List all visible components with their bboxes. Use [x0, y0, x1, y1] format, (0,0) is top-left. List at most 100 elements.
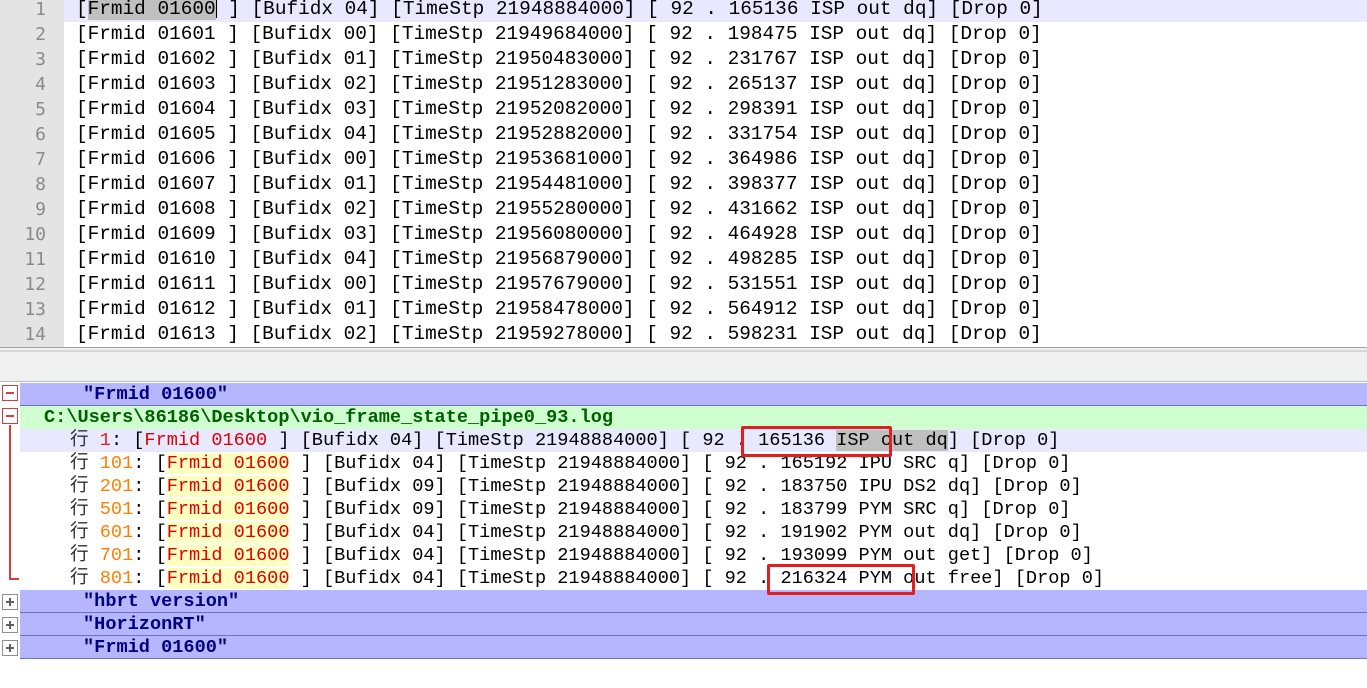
line-label: 行: [70, 499, 100, 520]
event-text: PYM out get: [858, 545, 982, 566]
line-text: [Frmid 01605 ] [Bufidx 04] [TimeStp 2195…: [76, 123, 1042, 145]
editor-line[interactable]: 8 [Frmid 01607 ] [Bufidx 01] [TimeStp 219…: [0, 172, 1367, 197]
line-number: 9: [35, 199, 46, 220]
frame-id: Frmid 01607: [87, 173, 216, 195]
editor-pane[interactable]: 1 [Frmid 01600 ] [Bufidx 04] [TimeStp 219…: [0, 0, 1367, 347]
line-number-gutter[interactable]: 9: [0, 197, 64, 222]
search-hit-line[interactable]: 行 101: [Frmid 01600 ] [Bufidx 04] [TimeS…: [20, 452, 1367, 475]
collapse-search-1-icon[interactable]: [2, 385, 18, 401]
editor-line[interactable]: 11 [Frmid 01610 ] [Bufidx 04] [TimeStp 21…: [0, 247, 1367, 272]
line-number-gutter[interactable]: 6: [0, 122, 64, 147]
hit-text: 行 501: [Frmid 01600 ] [Bufidx 09] [TimeS…: [70, 499, 1071, 520]
hit-text: 行 201: [Frmid 01600 ] [Bufidx 09] [TimeS…: [70, 476, 1082, 497]
search-term: "HorizonRT": [83, 614, 206, 635]
frame-id: Frmid 01602: [87, 48, 216, 70]
expand-search-3-icon[interactable]: [2, 617, 18, 633]
line-number-gutter[interactable]: 7: [0, 147, 64, 172]
frame-id: Frmid 01606: [87, 148, 216, 170]
match-text: Frmid 01600: [166, 453, 290, 474]
search-hit-line[interactable]: 行 201: [Frmid 01600 ] [Bufidx 09] [TimeS…: [20, 475, 1367, 498]
search-header-2[interactable]: "hbrt version": [20, 590, 1367, 613]
hit-line-number: 601: [99, 522, 134, 543]
frame-id: Frmid 01613: [87, 323, 216, 345]
splitter-grip: [0, 350, 1367, 352]
line-number: 3: [35, 49, 46, 70]
editor-line[interactable]: 5 [Frmid 01604 ] [Bufidx 03] [TimeStp 219…: [0, 97, 1367, 122]
line-text: [Frmid 01606 ] [Bufidx 00] [TimeStp 2195…: [76, 148, 1042, 170]
line-number: 2: [35, 24, 46, 45]
line-number-gutter[interactable]: 14: [0, 322, 64, 347]
line-number-gutter[interactable]: 8: [0, 172, 64, 197]
line-number-gutter[interactable]: 13: [0, 297, 64, 322]
hit-text: 行 701: [Frmid 01600 ] [Bufidx 04] [TimeS…: [70, 545, 1093, 566]
frame-id: Frmid 01605: [87, 123, 216, 145]
editor-line[interactable]: 3 [Frmid 01602 ] [Bufidx 01] [TimeStp 219…: [0, 47, 1367, 72]
editor-line[interactable]: 2 [Frmid 01601 ] [Bufidx 00] [TimeStp 219…: [0, 22, 1367, 47]
match-text: Frmid 01600: [166, 476, 290, 497]
search-hit-line[interactable]: 行 801: [Frmid 01600 ] [Bufidx 04] [TimeS…: [20, 567, 1367, 590]
line-number: 6: [35, 124, 46, 145]
hit-text: 行 1: [Frmid 01600 ] [Bufidx 04] [TimeStp…: [70, 430, 1060, 451]
pane-splitter[interactable]: [0, 347, 1367, 382]
tree-line: [9, 425, 11, 579]
search-header-1[interactable]: "Frmid 01600": [20, 383, 1367, 406]
editor-line[interactable]: 9 [Frmid 01608 ] [Bufidx 02] [TimeStp 219…: [0, 197, 1367, 222]
editor-line[interactable]: 7 [Frmid 01606 ] [Bufidx 00] [TimeStp 219…: [0, 147, 1367, 172]
search-hit-line[interactable]: 行 1: [Frmid 01600 ] [Bufidx 04] [TimeStp…: [20, 429, 1367, 452]
line-text: [Frmid 01610 ] [Bufidx 04] [TimeStp 2195…: [76, 248, 1042, 270]
line-text: [Frmid 01604 ] [Bufidx 03] [TimeStp 2195…: [76, 98, 1042, 120]
search-hit-line[interactable]: 行 501: [Frmid 01600 ] [Bufidx 09] [TimeS…: [20, 498, 1367, 521]
expand-search-4-icon[interactable]: [2, 640, 18, 656]
line-number: 11: [24, 249, 46, 270]
editor-line[interactable]: 6 [Frmid 01605 ] [Bufidx 04] [TimeStp 219…: [0, 122, 1367, 147]
line-text: [Frmid 01607 ] [Bufidx 01] [TimeStp 2195…: [76, 173, 1042, 195]
frame-id: Frmid 01610: [87, 248, 216, 270]
search-header-3[interactable]: "HorizonRT": [20, 613, 1367, 636]
line-number-gutter[interactable]: 5: [0, 97, 64, 122]
frame-id: Frmid 01600: [87, 0, 216, 20]
match-text: Frmid 01600: [166, 545, 290, 566]
hit-line-number: 1: [99, 430, 111, 451]
expand-search-2-icon[interactable]: [2, 594, 18, 610]
editor-line[interactable]: 12 [Frmid 01611 ] [Bufidx 00] [TimeStp 21…: [0, 272, 1367, 297]
line-number: 14: [24, 324, 46, 345]
collapse-file-icon[interactable]: [2, 408, 18, 424]
line-text: [Frmid 01609 ] [Bufidx 03] [TimeStp 2195…: [76, 223, 1042, 245]
editor-line[interactable]: 10 [Frmid 01609 ] [Bufidx 03] [TimeStp 21…: [0, 222, 1367, 247]
frame-id: Frmid 01608: [87, 198, 216, 220]
line-number-gutter[interactable]: 10: [0, 222, 64, 247]
hit-line-number: 501: [99, 499, 134, 520]
hit-line-number: 101: [99, 453, 134, 474]
search-hit-line[interactable]: 行 701: [Frmid 01600 ] [Bufidx 04] [TimeS…: [20, 544, 1367, 567]
line-label: 行: [70, 430, 100, 451]
match-text: Frmid 01600: [144, 430, 268, 451]
file-header[interactable]: C:\Users\86186\Desktop\vio_frame_state_p…: [20, 406, 1367, 429]
hit-text: 行 601: [Frmid 01600 ] [Bufidx 04] [TimeS…: [70, 522, 1082, 543]
line-number: 5: [35, 99, 46, 120]
line-number-gutter[interactable]: 2: [0, 22, 64, 47]
editor-line[interactable]: 4 [Frmid 01603 ] [Bufidx 02] [TimeStp 219…: [0, 72, 1367, 97]
line-number-gutter[interactable]: 12: [0, 272, 64, 297]
event-text: IPU DS2 dq: [858, 476, 971, 497]
search-header-4[interactable]: "Frmid 01600": [20, 636, 1367, 659]
line-number-gutter[interactable]: 4: [0, 72, 64, 97]
line-text: [Frmid 01608 ] [Bufidx 02] [TimeStp 2195…: [76, 198, 1042, 220]
search-results-pane[interactable]: "Frmid 01600" C:\Users\86186\Desktop\vio…: [0, 382, 1367, 688]
line-number: 10: [24, 224, 46, 245]
hit-line-number: 701: [99, 545, 134, 566]
event-text: PYM SRC q: [858, 499, 959, 520]
event-text: PYM out dq: [858, 522, 971, 543]
line-number-gutter[interactable]: 3: [0, 47, 64, 72]
frame-id: Frmid 01609: [87, 223, 216, 245]
editor-line[interactable]: 1 [Frmid 01600 ] [Bufidx 04] [TimeStp 219…: [0, 0, 1367, 22]
frame-id: Frmid 01612: [87, 298, 216, 320]
match-text: Frmid 01600: [166, 499, 290, 520]
frame-id: Frmid 01603: [87, 73, 216, 95]
line-number: 13: [24, 299, 46, 320]
search-hit-line[interactable]: 行 601: [Frmid 01600 ] [Bufidx 04] [TimeS…: [20, 521, 1367, 544]
editor-line[interactable]: 13 [Frmid 01612 ] [Bufidx 01] [TimeStp 21…: [0, 297, 1367, 322]
editor-line[interactable]: 14 [Frmid 01613 ] [Bufidx 02] [TimeStp 21…: [0, 322, 1367, 347]
hit-text: 行 801: [Frmid 01600 ] [Bufidx 04] [TimeS…: [70, 568, 1105, 589]
line-number-gutter[interactable]: 11: [0, 247, 64, 272]
line-number-gutter[interactable]: 1: [0, 0, 64, 22]
